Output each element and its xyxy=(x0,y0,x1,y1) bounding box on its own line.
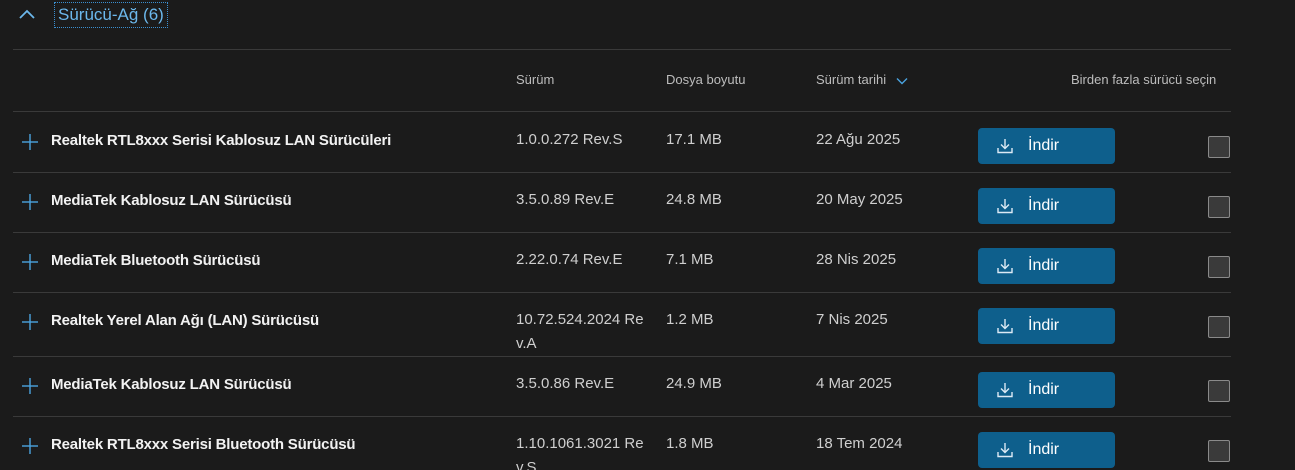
driver-version: 3.5.0.86 Rev.E xyxy=(516,375,615,392)
chevron-down-icon[interactable] xyxy=(896,73,908,89)
download-icon xyxy=(996,197,1014,215)
chevron-up-icon[interactable] xyxy=(14,1,40,27)
plus-icon[interactable] xyxy=(22,438,38,454)
divider xyxy=(13,172,1231,173)
driver-date: 28 Nis 2025 xyxy=(816,251,897,268)
download-label: İndir xyxy=(1028,317,1060,334)
plus-icon[interactable] xyxy=(22,134,38,150)
driver-version: 1.0.0.272 Rev.S xyxy=(516,131,623,148)
download-label: İndir xyxy=(1028,381,1060,398)
column-header-size: Dosya boyutu xyxy=(666,72,746,87)
select-checkbox[interactable] xyxy=(1208,316,1230,338)
driver-name[interactable]: MediaTek Kablosuz LAN Sürücüsü xyxy=(51,192,292,209)
driver-version: 10.72.524.2024 Rev.A xyxy=(516,311,644,352)
driver-date: 18 Tem 2024 xyxy=(816,435,903,452)
select-checkbox[interactable] xyxy=(1208,196,1230,218)
column-header-date-label: Sürüm tarihi xyxy=(816,72,887,87)
driver-name[interactable]: Realtek RTL8xxx Serisi Bluetooth Sürücüs… xyxy=(51,436,356,453)
driver-size: 24.9 MB xyxy=(666,375,722,392)
column-header-select-multiple: Birden fazla sürücü seçin xyxy=(1071,72,1217,87)
download-icon xyxy=(996,137,1014,155)
column-header-date[interactable]: Sürüm tarihi xyxy=(816,72,908,89)
plus-icon[interactable] xyxy=(22,194,38,210)
driver-size: 7.1 MB xyxy=(666,251,714,268)
driver-date: 4 Mar 2025 xyxy=(816,375,892,392)
driver-version: 2.22.0.74 Rev.E xyxy=(516,251,623,268)
driver-date: 20 May 2025 xyxy=(816,191,903,208)
download-button[interactable]: İndir xyxy=(978,188,1115,224)
download-icon xyxy=(996,257,1014,275)
plus-icon[interactable] xyxy=(22,314,38,330)
download-button[interactable]: İndir xyxy=(978,248,1115,284)
column-header-version: Sürüm xyxy=(516,72,555,87)
download-label: İndir xyxy=(1028,441,1060,458)
plus-icon[interactable] xyxy=(22,254,38,270)
driver-name[interactable]: MediaTek Kablosuz LAN Sürücüsü xyxy=(51,376,292,393)
download-icon xyxy=(996,317,1014,335)
plus-icon[interactable] xyxy=(22,378,38,394)
driver-size: 24.8 MB xyxy=(666,191,722,208)
driver-size: 17.1 MB xyxy=(666,131,722,148)
driver-version: 1.10.1061.3021 Rev.S xyxy=(516,435,644,470)
select-checkbox[interactable] xyxy=(1208,440,1230,462)
divider xyxy=(13,292,1231,293)
divider xyxy=(13,356,1231,357)
download-label: İndir xyxy=(1028,137,1060,154)
download-button[interactable]: İndir xyxy=(978,308,1115,344)
divider xyxy=(13,49,1231,50)
select-checkbox[interactable] xyxy=(1208,256,1230,278)
driver-size: 1.8 MB xyxy=(666,435,714,452)
download-label: İndir xyxy=(1028,257,1060,274)
download-icon xyxy=(996,381,1014,399)
select-checkbox[interactable] xyxy=(1208,136,1230,158)
download-button[interactable]: İndir xyxy=(978,128,1115,164)
download-icon xyxy=(996,441,1014,459)
driver-name[interactable]: MediaTek Bluetooth Sürücüsü xyxy=(51,252,261,269)
driver-date: 22 Ağu 2025 xyxy=(816,131,901,148)
download-button[interactable]: İndir xyxy=(978,372,1115,408)
driver-name[interactable]: Realtek RTL8xxx Serisi Kablosuz LAN Sürü… xyxy=(51,132,391,149)
section-header[interactable]: Sürücü-Ağ (6) xyxy=(14,0,168,40)
download-button[interactable]: İndir xyxy=(978,432,1115,468)
driver-version: 3.5.0.89 Rev.E xyxy=(516,191,615,208)
select-checkbox[interactable] xyxy=(1208,380,1230,402)
driver-size: 1.2 MB xyxy=(666,311,714,328)
section-title[interactable]: Sürücü-Ağ (6) xyxy=(54,2,168,28)
divider xyxy=(13,416,1231,417)
driver-section: Sürücü-Ağ (6) Sürüm Dosya boyutu Sürüm t… xyxy=(0,0,1295,470)
driver-name[interactable]: Realtek Yerel Alan Ağı (LAN) Sürücüsü xyxy=(51,312,319,329)
driver-date: 7 Nis 2025 xyxy=(816,311,888,328)
divider xyxy=(13,111,1231,112)
download-label: İndir xyxy=(1028,197,1060,214)
divider xyxy=(13,232,1231,233)
